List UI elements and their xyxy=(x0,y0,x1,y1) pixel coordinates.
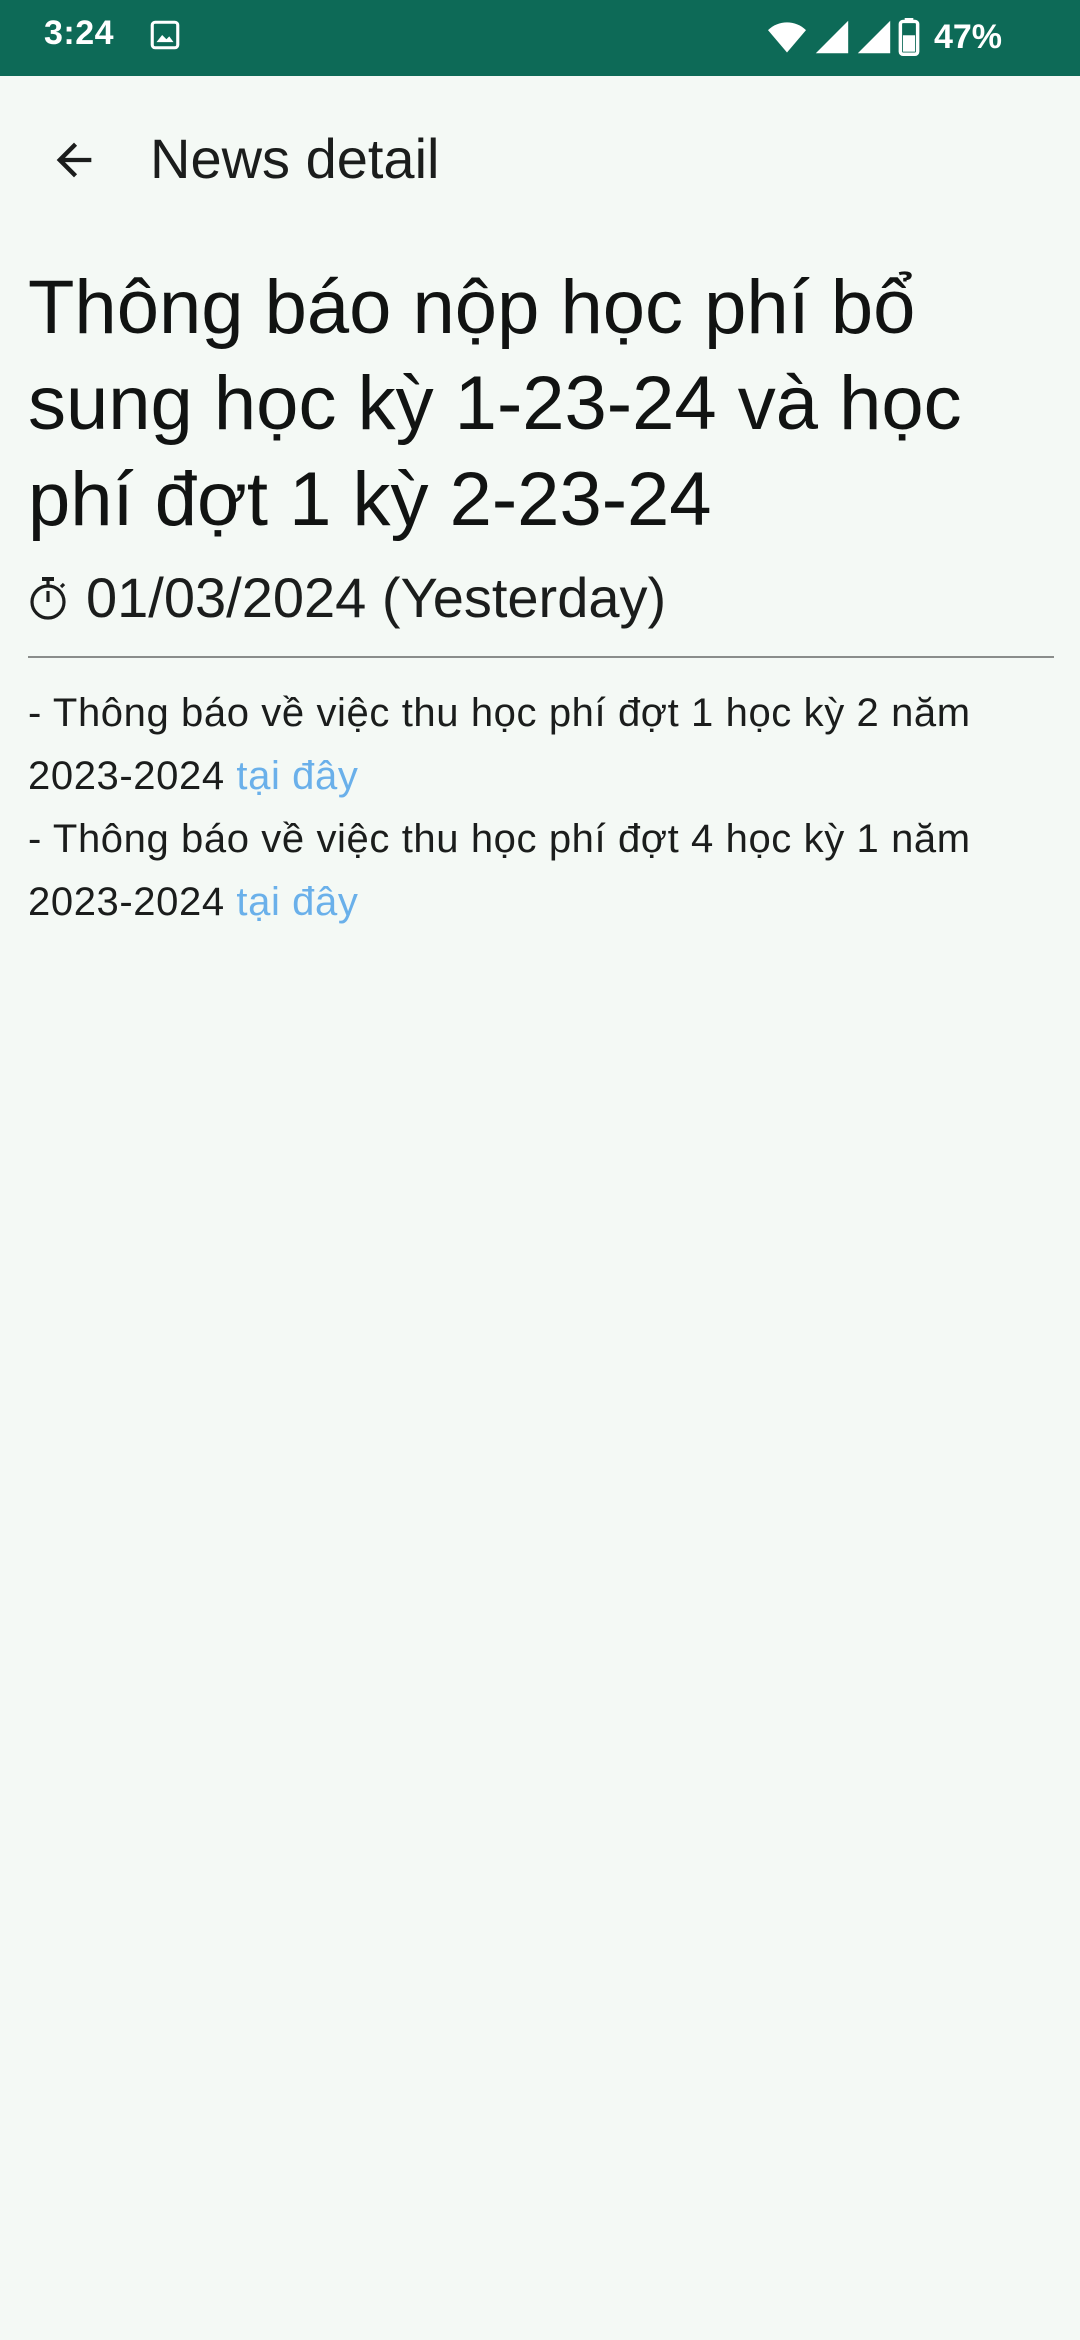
link-tai-day-2[interactable]: tại đây xyxy=(236,880,358,924)
svg-text:4: 4 xyxy=(790,42,800,56)
article-paragraph: - Thông báo về việc thu học phí đợt 1 họ… xyxy=(28,691,971,798)
article-body: - Thông báo về việc thu học phí đợt 1 họ… xyxy=(28,682,1054,934)
article-date-row: 01/03/2024 (Yesterday) xyxy=(28,562,1054,634)
divider xyxy=(28,656,1054,658)
link-tai-day-1[interactable]: tại đây xyxy=(236,754,358,798)
article-title: Thông báo nộp học phí bổ sung học kỳ 1-2… xyxy=(28,265,962,542)
arrow-back-icon xyxy=(56,142,92,178)
page-title: News detail xyxy=(150,127,440,190)
back-button[interactable] xyxy=(32,118,116,202)
signal-icon xyxy=(857,20,891,54)
signal-icon xyxy=(815,20,849,54)
battery-percentage: 47% xyxy=(933,17,1002,56)
battery-icon xyxy=(898,18,920,56)
image-icon xyxy=(150,20,180,50)
article-content: Thông báo nộp học phí bổ sung học kỳ 1-2… xyxy=(28,260,1054,934)
status-icons: 4 47% xyxy=(766,14,1002,60)
status-bar: 3:24 4 47% xyxy=(0,0,1080,76)
wifi-icon: 4 xyxy=(767,22,806,56)
top-app-bar: News detail xyxy=(0,76,1080,244)
status-time: 3:24 xyxy=(44,14,115,52)
article-date: 01/03/2024 (Yesterday) xyxy=(86,566,667,629)
stopwatch-icon xyxy=(30,577,66,620)
article-paragraph: - Thông báo về việc thu học phí đợt 4 họ… xyxy=(28,817,971,924)
